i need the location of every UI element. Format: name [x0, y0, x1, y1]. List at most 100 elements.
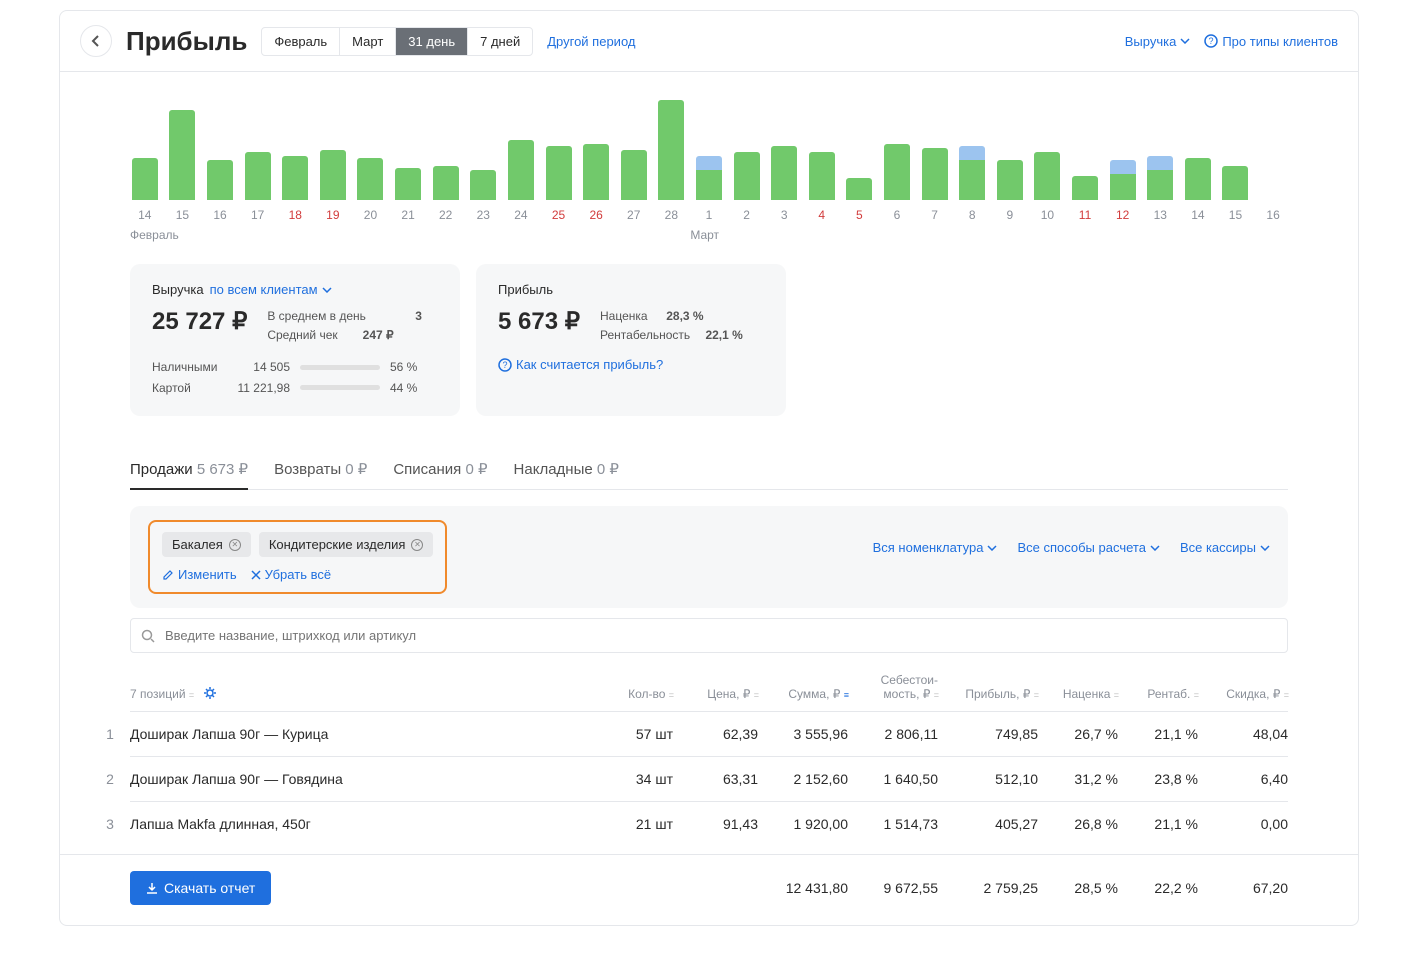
- cash-value: 14 505: [230, 357, 290, 377]
- card-pct: 44 %: [390, 378, 428, 398]
- gear-icon[interactable]: [203, 686, 217, 700]
- chart-bar[interactable]: [245, 152, 271, 200]
- search-input[interactable]: [163, 627, 1277, 644]
- chart-bar[interactable]: [884, 144, 910, 200]
- table-row[interactable]: 1Доширак Лапша 90г — Курица57 шт62,393 5…: [130, 711, 1288, 756]
- pencil-icon: [162, 569, 174, 581]
- th-price[interactable]: Цена, ₽: [707, 687, 750, 701]
- filter-chip[interactable]: Кондитерские изделия✕: [259, 532, 434, 557]
- back-button[interactable]: [80, 25, 112, 57]
- th-cost[interactable]: Себестои- мость, ₽: [881, 673, 938, 701]
- period-btn-2[interactable]: 31 день: [396, 28, 468, 55]
- chevron-down-icon: [1260, 545, 1270, 551]
- chart-bar[interactable]: [658, 100, 684, 200]
- th-rent[interactable]: Рентаб.: [1147, 687, 1190, 701]
- filter-chip[interactable]: Бакалея✕: [162, 532, 251, 557]
- period-btn-0[interactable]: Февраль: [262, 28, 340, 55]
- revenue-dropdown[interactable]: Выручка: [1125, 34, 1191, 49]
- chart-bar[interactable]: [1185, 158, 1211, 200]
- svg-text:?: ?: [502, 360, 507, 370]
- th-disc[interactable]: Скидка, ₽: [1226, 687, 1280, 701]
- revenue-card: Выручка по всем клиентам 25 727 ₽ В сред…: [130, 264, 460, 416]
- chart-bar[interactable]: [846, 178, 872, 200]
- chart-bar[interactable]: [734, 152, 760, 200]
- chart-day-label: 18: [280, 208, 310, 222]
- chart-day-label: 12: [1108, 208, 1138, 222]
- chart-bar[interactable]: [395, 168, 421, 200]
- filter-clear-link[interactable]: Убрать всё: [251, 567, 331, 582]
- th-profit[interactable]: Прибыль, ₽: [965, 687, 1030, 701]
- about-clients-link[interactable]: ? Про типы клиентов: [1204, 34, 1338, 49]
- chart-bar[interactable]: [357, 158, 383, 200]
- chart-bar[interactable]: [621, 150, 647, 200]
- tab-Возвраты[interactable]: Возвраты 0 ₽: [274, 450, 367, 489]
- chart-day-label: 22: [431, 208, 461, 222]
- chart-bar[interactable]: [320, 150, 346, 200]
- chart-bar[interactable]: [282, 156, 308, 200]
- download-report-button[interactable]: Скачать отчет: [130, 871, 271, 905]
- th-markup[interactable]: Наценка: [1063, 687, 1111, 701]
- chart-bar[interactable]: [959, 146, 985, 200]
- rent-value: 22,1 %: [697, 326, 743, 345]
- method-dropdown[interactable]: Все способы расчета: [1017, 540, 1159, 555]
- chart-bar[interactable]: [470, 170, 496, 200]
- nomenclature-dropdown[interactable]: Вся номенклатура: [873, 540, 998, 555]
- chart-bar[interactable]: [546, 146, 572, 200]
- help-icon: ?: [1204, 34, 1218, 48]
- period-btn-1[interactable]: Март: [340, 28, 396, 55]
- profit-help-link[interactable]: ? Как считается прибыль?: [498, 357, 663, 372]
- sort-icon[interactable]: =: [189, 690, 193, 700]
- table-row[interactable]: 3Лапша Makfa длинная, 450г21 шт91,431 92…: [130, 801, 1288, 846]
- svg-text:?: ?: [1209, 36, 1214, 46]
- chart-day-label: 4: [807, 208, 837, 222]
- filter-clear-label: Убрать всё: [265, 567, 331, 582]
- table-row[interactable]: 2Доширак Лапша 90г — Говядина34 шт63,312…: [130, 756, 1288, 801]
- th-sum[interactable]: Сумма, ₽: [788, 687, 840, 701]
- chart-bar[interactable]: [132, 158, 158, 200]
- chip-remove-icon[interactable]: ✕: [411, 539, 423, 551]
- help-icon: ?: [498, 358, 512, 372]
- search-row[interactable]: [130, 618, 1288, 653]
- chart-bar[interactable]: [207, 160, 233, 200]
- chart-bar[interactable]: [433, 166, 459, 200]
- chart-bar[interactable]: [922, 148, 948, 200]
- cash-label: Наличными: [152, 357, 220, 377]
- chart-bar[interactable]: [1110, 160, 1136, 200]
- cashier-dropdown[interactable]: Все кассиры: [1180, 540, 1270, 555]
- chart-bar[interactable]: [169, 110, 195, 200]
- chart-month-1: Февраль: [130, 228, 690, 242]
- chart-bar[interactable]: [1147, 156, 1173, 200]
- chart-bar[interactable]: [1222, 166, 1248, 200]
- chart-day-label: 14: [1183, 208, 1213, 222]
- chart-day-label: 6: [882, 208, 912, 222]
- profit-card: Прибыль 5 673 ₽ Наценка 28,3 % Рентабель…: [476, 264, 786, 416]
- period-btn-3[interactable]: 7 дней: [468, 28, 532, 55]
- chart-day-label: 13: [1145, 208, 1175, 222]
- chart-bar[interactable]: [1072, 176, 1098, 200]
- total-profit: 2 759,25: [938, 880, 1038, 896]
- tab-Списания[interactable]: Списания 0 ₽: [393, 450, 487, 489]
- tab-Продажи[interactable]: Продажи 5 673 ₽: [130, 450, 248, 490]
- chart-bar[interactable]: [771, 146, 797, 200]
- chart-bar[interactable]: [997, 160, 1023, 200]
- th-qty[interactable]: Кол-во: [628, 687, 665, 701]
- avg-day-value: 3: [376, 307, 422, 326]
- filter-edit-label: Изменить: [178, 567, 237, 582]
- chart-day-label: 5: [845, 208, 875, 222]
- chip-remove-icon[interactable]: ✕: [229, 539, 241, 551]
- period-selector: ФевральМарт31 день7 дней: [261, 27, 533, 56]
- chart-bar[interactable]: [696, 156, 722, 200]
- revenue-filter-dropdown[interactable]: по всем клиентам: [210, 282, 332, 297]
- chart-day-label: 16: [205, 208, 235, 222]
- chart-day-label: 16: [1258, 208, 1288, 222]
- close-icon: [251, 570, 261, 580]
- tab-Накладные[interactable]: Накладные 0 ₽: [514, 450, 619, 489]
- chart-bar[interactable]: [508, 140, 534, 200]
- chevron-down-icon: [1150, 545, 1160, 551]
- filter-edit-link[interactable]: Изменить: [162, 567, 237, 582]
- chart-bar[interactable]: [1034, 152, 1060, 200]
- chart-bar[interactable]: [809, 152, 835, 200]
- avg-check-value: 247 ₽: [348, 326, 394, 345]
- chart-bar[interactable]: [583, 144, 609, 200]
- other-period-link[interactable]: Другой период: [547, 34, 635, 49]
